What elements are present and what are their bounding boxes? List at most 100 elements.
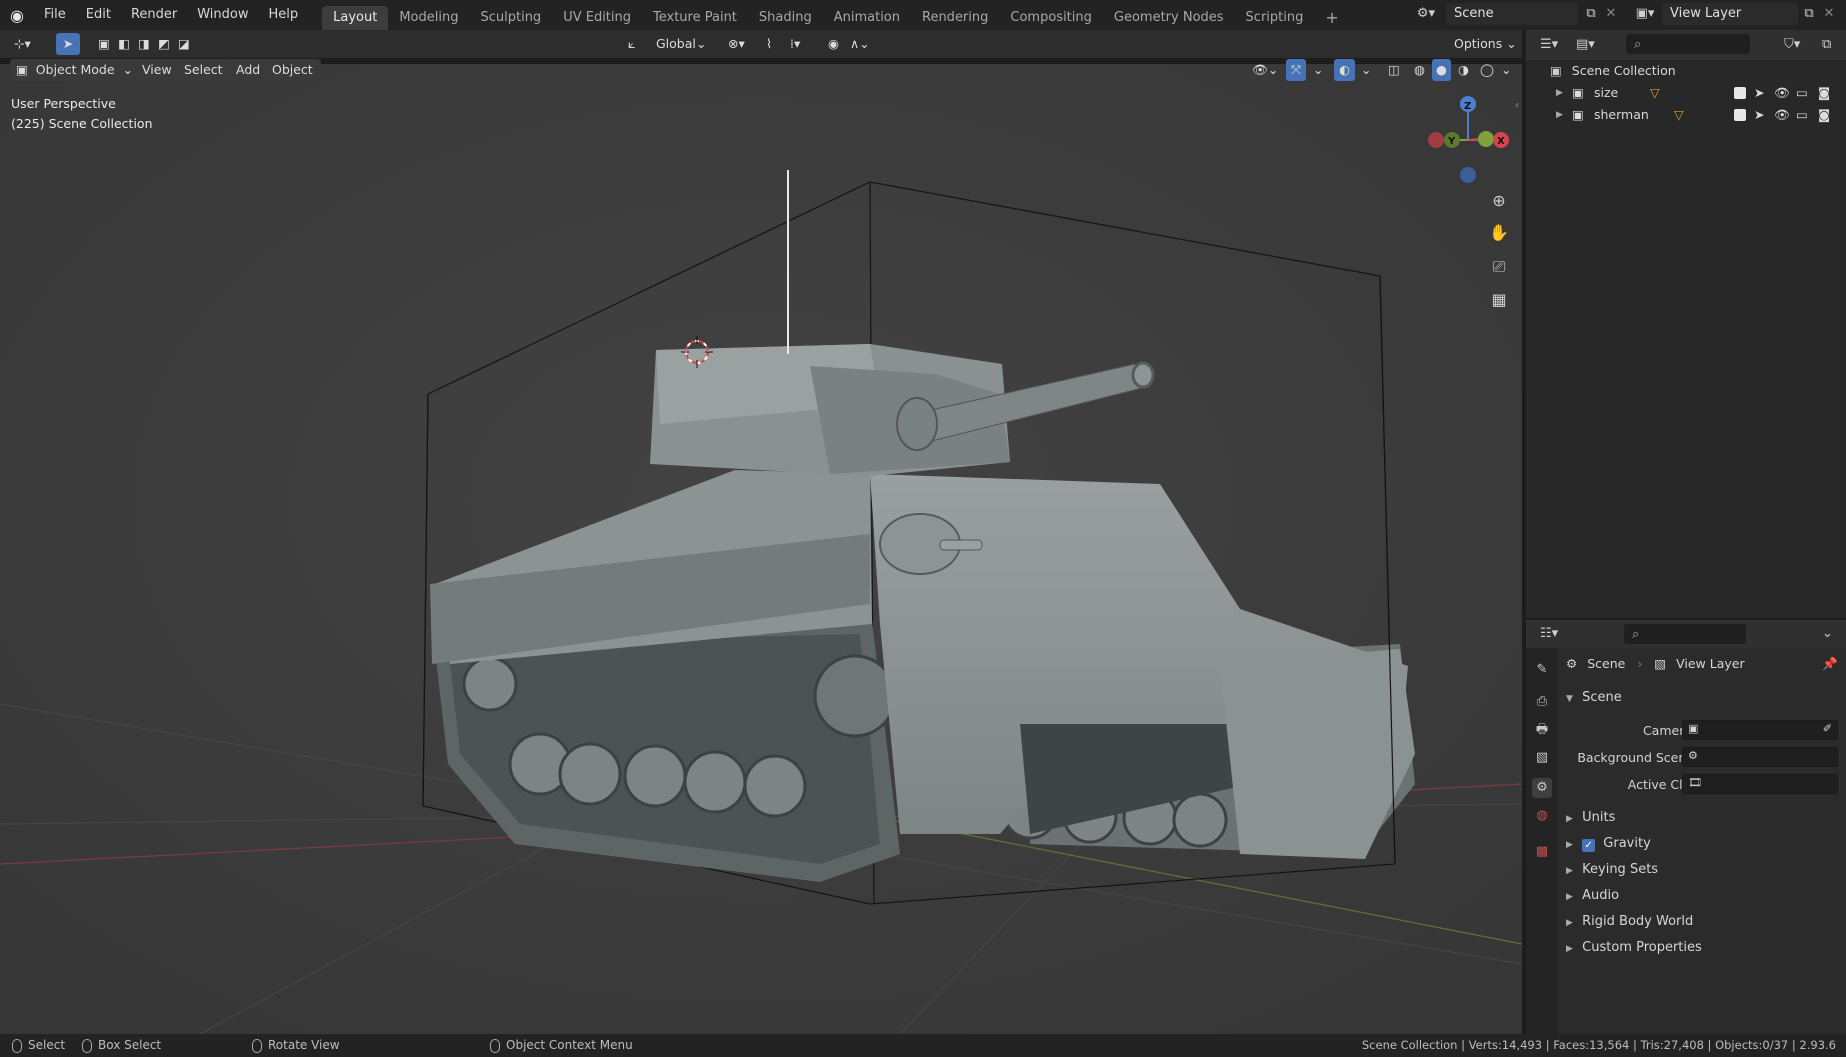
rendered-shading-icon[interactable]: ◯ — [1476, 59, 1498, 81]
orientation-chevron-icon[interactable]: ⌄ — [694, 33, 708, 55]
display-mode-icon[interactable]: ▤▾ — [1576, 37, 1595, 52]
exclude-checkbox[interactable] — [1734, 87, 1746, 99]
tool-tab-icon[interactable]: ✎ — [1532, 660, 1552, 680]
tab-uv-editing[interactable]: UV Editing — [552, 6, 642, 30]
tab-animation[interactable]: Animation — [823, 6, 911, 30]
view-layer-field[interactable]: View Layer — [1662, 3, 1798, 25]
view-layer-icon[interactable]: ▣▾ — [1630, 6, 1660, 21]
gravity-checkbox[interactable]: ✓ — [1582, 839, 1596, 852]
units-panel-header[interactable]: ▶ Units — [1566, 810, 1615, 825]
options-dropdown[interactable]: Options ⌄ — [1446, 33, 1525, 55]
eye-icon[interactable]: 👁 — [1774, 104, 1790, 126]
tab-shading[interactable]: Shading — [748, 6, 823, 30]
properties-options-chevron-icon[interactable]: ⌄ — [1822, 626, 1833, 641]
zoom-icon[interactable]: ⊕ — [1486, 188, 1512, 214]
falloff-icon[interactable]: ∧⌄ — [842, 33, 878, 55]
solid-shading-icon[interactable]: ● — [1432, 59, 1451, 81]
tab-geometry-nodes[interactable]: Geometry Nodes — [1103, 6, 1235, 30]
expand-arrow-icon[interactable]: ▶ — [1556, 104, 1563, 126]
eyedropper-icon[interactable]: ✐ — [1823, 722, 1832, 735]
gizmo-dropdown-icon[interactable]: ⌄ — [1310, 59, 1326, 81]
scene-tab-icon[interactable]: ⚙ — [1532, 778, 1552, 798]
output-tab-icon[interactable]: 🖶 — [1532, 720, 1552, 740]
outliner-item-size[interactable]: ▶ ▣ size ▽ ➤ 👁 ▭ ◙ — [1526, 82, 1846, 104]
outliner-editor-type-icon[interactable]: ☰▾ — [1540, 37, 1558, 52]
new-scene-icon[interactable]: ⧉ — [1580, 6, 1602, 21]
active-clip-field[interactable]: 🎞 — [1682, 774, 1838, 794]
outliner-item-sherman[interactable]: ▶ ▣ sherman ▽ ➤ 👁 ▭ ◙ — [1526, 104, 1846, 126]
rigid-body-world-panel-header[interactable]: ▶ Rigid Body World — [1566, 914, 1693, 929]
select-tool-icon[interactable]: ➤ — [56, 33, 80, 55]
exclude-checkbox[interactable] — [1734, 109, 1746, 121]
snap-icon[interactable]: ⌇ — [758, 33, 780, 55]
custom-properties-panel-header[interactable]: ▶ Custom Properties — [1566, 940, 1702, 955]
object-mode-dropdown[interactable]: ▣ Object Mode ⌄ — [10, 59, 142, 81]
delete-scene-icon[interactable]: ✕ — [1602, 6, 1620, 21]
new-view-layer-icon[interactable]: ⧉ — [1798, 6, 1820, 21]
render-tab-icon[interactable]: ⎙ — [1532, 692, 1552, 712]
select-mode-intersect-icon[interactable]: ◪ — [176, 33, 192, 55]
sidebar-toggle-icon[interactable]: ‹ — [1512, 100, 1522, 111]
camera-field[interactable]: ▣ ✐ — [1682, 720, 1838, 740]
eye-icon[interactable]: 👁 — [1774, 82, 1790, 104]
gravity-panel-header[interactable]: ▶ ✓ Gravity — [1566, 836, 1651, 852]
tab-texture-paint[interactable]: Texture Paint — [642, 6, 748, 30]
camera-render-icon[interactable]: ◙ — [1818, 82, 1830, 104]
outliner-root-row[interactable]: ▣ Scene Collection — [1526, 60, 1846, 82]
texture-tab-icon[interactable]: ▩ — [1532, 842, 1552, 862]
view-layer-tab-icon[interactable]: ▧ — [1532, 748, 1552, 768]
overlay-dropdown-icon[interactable]: ⌄ — [1358, 59, 1374, 81]
menu-file[interactable]: File — [34, 0, 76, 30]
tab-modeling[interactable]: Modeling — [388, 6, 469, 30]
tab-layout[interactable]: Layout — [322, 6, 389, 30]
viewport-menu-add[interactable]: Add — [228, 59, 269, 81]
pivot-point-icon[interactable]: ⊗▾ — [720, 33, 753, 55]
tab-sculpting[interactable]: Sculpting — [469, 6, 552, 30]
select-mode-subtract-icon[interactable]: ◨ — [136, 33, 152, 55]
properties-editor-type-icon[interactable]: ☷▾ — [1540, 626, 1558, 641]
menu-edit[interactable]: Edit — [76, 0, 121, 30]
outliner-search-input[interactable]: ⌕ — [1626, 34, 1750, 54]
xray-toggle-icon[interactable]: ◫ — [1384, 59, 1404, 81]
camera-render-icon[interactable]: ◙ — [1818, 104, 1830, 126]
visibility-icon[interactable]: 👁⌄ — [1244, 59, 1286, 81]
overlay-toggle-icon[interactable]: ◐ — [1334, 59, 1355, 81]
world-tab-icon[interactable]: ◍ — [1532, 806, 1552, 826]
select-mode-new-icon[interactable]: ▣ — [96, 33, 112, 55]
pan-hand-icon[interactable]: ✋ — [1486, 220, 1512, 246]
tab-compositing[interactable]: Compositing — [999, 6, 1103, 30]
ortho-grid-icon[interactable]: ▦ — [1486, 287, 1512, 313]
snap-target-icon[interactable]: ⁞▾ — [782, 33, 808, 55]
material-shading-icon[interactable]: ◑ — [1454, 59, 1473, 81]
select-mode-difference-icon[interactable]: ◩ — [156, 33, 172, 55]
filter-icon[interactable]: ⛉▾ — [1784, 37, 1800, 52]
background-scene-field[interactable]: ⚙ — [1682, 747, 1838, 767]
add-workspace-button[interactable]: + — [1314, 6, 1349, 30]
monitor-icon[interactable]: ▭ — [1796, 82, 1808, 104]
viewport-menu-object[interactable]: Object — [264, 59, 321, 81]
viewport-menu-view[interactable]: View — [134, 59, 180, 81]
audio-panel-header[interactable]: ▶ Audio — [1566, 888, 1619, 903]
blender-logo-icon[interactable]: ◉ — [0, 6, 34, 25]
transform-orientation-icon[interactable]: ⟀ — [626, 33, 638, 55]
selectable-arrow-icon[interactable]: ➤ — [1754, 104, 1764, 126]
3d-viewport[interactable]: Z Y X User Perspective (225) Scene Colle… — [0, 64, 1522, 1034]
new-collection-icon[interactable]: ⧉ — [1822, 37, 1831, 52]
shading-dropdown-icon[interactable]: ⌄ — [1498, 59, 1514, 81]
menu-help[interactable]: Help — [259, 0, 309, 30]
viewport-menu-select[interactable]: Select — [176, 59, 231, 81]
wireframe-shading-icon[interactable]: ◍ — [1410, 59, 1429, 81]
editor-type-icon[interactable]: ⊹▾ — [6, 33, 39, 55]
select-mode-extend-icon[interactable]: ◧ — [116, 33, 132, 55]
expand-arrow-icon[interactable]: ▶ — [1556, 82, 1563, 104]
gizmo-toggle-icon[interactable]: ⤧ — [1286, 59, 1307, 81]
properties-search-input[interactable]: ⌕ — [1624, 624, 1746, 644]
monitor-icon[interactable]: ▭ — [1796, 104, 1808, 126]
pin-icon[interactable]: 📌 — [1822, 656, 1838, 672]
scene-icon[interactable]: ⚙▾ — [1412, 6, 1440, 21]
menu-window[interactable]: Window — [187, 0, 258, 30]
selectable-arrow-icon[interactable]: ➤ — [1754, 82, 1764, 104]
tab-rendering[interactable]: Rendering — [911, 6, 999, 30]
keying-sets-panel-header[interactable]: ▶ Keying Sets — [1566, 862, 1658, 877]
scene-panel-header[interactable]: ▼ Scene — [1566, 690, 1622, 705]
